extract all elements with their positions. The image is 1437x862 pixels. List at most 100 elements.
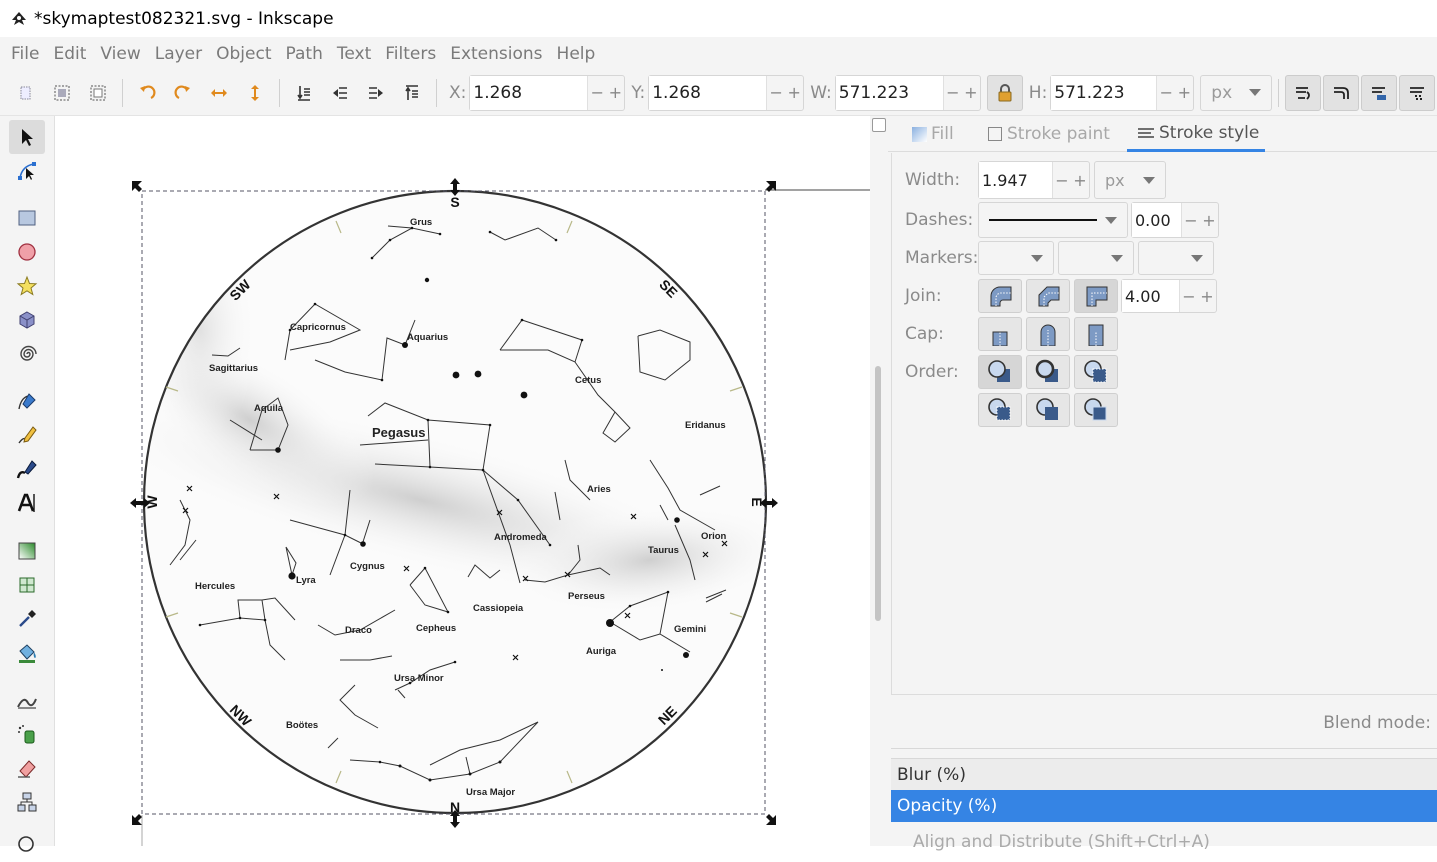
menu-layer[interactable]: Layer <box>148 44 209 64</box>
y-increment[interactable]: + <box>785 83 803 102</box>
miter-limit-decrement[interactable]: − <box>1180 287 1198 306</box>
vertical-scrollbar[interactable] <box>870 116 888 846</box>
eraser-tool[interactable] <box>9 751 45 785</box>
h-decrement[interactable]: − <box>1157 83 1175 102</box>
menu-edit[interactable]: Edit <box>46 44 93 64</box>
miter-limit-input[interactable]: 4.00 <box>1122 280 1180 312</box>
dash-offset-input[interactable]: 0.00 <box>1132 203 1182 237</box>
dash-offset-increment[interactable]: + <box>1200 211 1218 230</box>
order-stroke-markers-fill-button[interactable] <box>1026 393 1070 427</box>
w-input[interactable]: 571.223 <box>835 75 944 110</box>
lower-icon[interactable] <box>322 75 358 111</box>
order-fill-markers-stroke-button[interactable] <box>1074 355 1118 389</box>
opacity-slider[interactable]: Opacity (%) <box>891 790 1437 822</box>
scale-stroke-toggle[interactable] <box>1285 74 1322 111</box>
gradient-tool[interactable] <box>9 534 45 568</box>
order-stroke-fill-markers-button[interactable] <box>1026 355 1070 389</box>
dash-pattern-dropdown[interactable] <box>978 202 1128 238</box>
width-unit-dropdown[interactable]: px <box>1094 161 1166 199</box>
paint-bucket-tool[interactable] <box>9 636 45 670</box>
menu-text[interactable]: Text <box>330 44 378 64</box>
blur-slider[interactable]: Blur (%) <box>891 758 1437 790</box>
tab-fill[interactable]: Fill <box>912 116 954 152</box>
spiral-tool[interactable] <box>9 337 45 371</box>
rotate-cw-icon[interactable] <box>165 75 201 111</box>
connector-tool[interactable] <box>9 785 45 819</box>
tab-stroke-paint[interactable]: Stroke paint <box>988 116 1110 152</box>
unit-dropdown[interactable]: px <box>1200 74 1273 111</box>
calligraphy-tool[interactable] <box>9 452 45 486</box>
flip-vertical-icon[interactable] <box>237 75 273 111</box>
width-decrement[interactable]: − <box>1053 171 1071 190</box>
resize-handle-se[interactable] <box>766 814 776 825</box>
menu-object[interactable]: Object <box>209 44 278 64</box>
y-decrement[interactable]: − <box>767 83 785 102</box>
select-all-icon[interactable] <box>8 75 44 111</box>
selector-tool[interactable] <box>9 120 45 154</box>
menu-help[interactable]: Help <box>550 44 603 64</box>
drawing-canvas[interactable]: S SE E NE N NW W SW Grus Capricornus Aqu… <box>55 116 870 846</box>
resize-handle-sw[interactable] <box>132 814 142 825</box>
w-spinbox[interactable]: 571.223 − + <box>834 74 981 111</box>
order-markers-fill-stroke-button[interactable] <box>978 393 1022 427</box>
join-round-button[interactable] <box>978 279 1022 313</box>
x-input[interactable]: 1.268 <box>470 75 589 110</box>
lower-to-bottom-icon[interactable] <box>286 75 322 111</box>
flip-horizontal-icon[interactable] <box>201 75 237 111</box>
end-marker-dropdown[interactable] <box>1138 241 1214 275</box>
h-input[interactable]: 571.223 <box>1051 75 1158 110</box>
cap-round-button[interactable] <box>1026 317 1070 351</box>
width-spinbox[interactable]: 1.947 − + <box>978 161 1090 199</box>
x-decrement[interactable]: − <box>588 83 606 102</box>
join-bevel-button[interactable] <box>1026 279 1070 313</box>
miter-limit-spinbox[interactable]: 4.00 − + <box>1121 279 1217 313</box>
raise-to-top-icon[interactable] <box>394 75 430 111</box>
menu-file[interactable]: File <box>4 44 46 64</box>
scroll-lock-button[interactable] <box>872 118 886 132</box>
menu-filters[interactable]: Filters <box>378 44 443 64</box>
width-input[interactable]: 1.947 <box>979 162 1053 198</box>
x-increment[interactable]: + <box>606 83 624 102</box>
mid-marker-dropdown[interactable] <box>1058 241 1134 275</box>
zoom-tool[interactable] <box>9 828 45 862</box>
h-spinbox[interactable]: 571.223 − + <box>1050 74 1195 111</box>
dash-offset-spinbox[interactable]: 0.00 − + <box>1131 202 1219 238</box>
pencil-tool[interactable] <box>9 418 45 452</box>
text-tool[interactable] <box>9 486 45 520</box>
y-input[interactable]: 1.268 <box>649 75 768 110</box>
node-tool[interactable] <box>9 154 45 188</box>
y-spinbox[interactable]: 1.268 − + <box>648 74 805 111</box>
menu-extensions[interactable]: Extensions <box>443 44 549 64</box>
rotate-ccw-icon[interactable] <box>129 75 165 111</box>
dash-offset-decrement[interactable]: − <box>1182 211 1200 230</box>
cap-square-button[interactable] <box>1074 317 1118 351</box>
move-gradients-toggle[interactable] <box>1361 74 1398 111</box>
tweak-tool[interactable] <box>9 683 45 717</box>
dropper-tool[interactable] <box>9 602 45 636</box>
mesh-tool[interactable] <box>9 568 45 602</box>
scale-corners-toggle[interactable] <box>1323 74 1360 111</box>
menu-view[interactable]: View <box>93 44 147 64</box>
rectangle-tool[interactable] <box>9 201 45 235</box>
align-distribute-header[interactable]: Align and Distribute (Shift+Ctrl+A) <box>891 832 1437 852</box>
spray-tool[interactable] <box>9 717 45 751</box>
w-decrement[interactable]: − <box>944 83 962 102</box>
deselect-icon[interactable] <box>80 75 116 111</box>
menu-path[interactable]: Path <box>279 44 330 64</box>
move-patterns-toggle[interactable] <box>1399 74 1436 111</box>
ellipse-tool[interactable] <box>9 235 45 269</box>
join-miter-button[interactable] <box>1074 279 1118 313</box>
tab-stroke-style[interactable]: Stroke style <box>1127 116 1265 152</box>
star-tool[interactable] <box>9 269 45 303</box>
h-increment[interactable]: + <box>1175 83 1193 102</box>
select-all-layers-icon[interactable] <box>44 75 80 111</box>
x-spinbox[interactable]: 1.268 − + <box>469 74 626 111</box>
order-fill-stroke-markers-button[interactable] <box>978 355 1022 389</box>
order-markers-stroke-fill-button[interactable] <box>1074 393 1118 427</box>
bezier-tool[interactable] <box>9 384 45 418</box>
resize-handle-nw[interactable] <box>132 181 142 192</box>
cap-butt-button[interactable] <box>978 317 1022 351</box>
lock-proportions-button[interactable] <box>986 74 1023 111</box>
w-increment[interactable]: + <box>962 83 980 102</box>
width-increment[interactable]: + <box>1071 171 1089 190</box>
